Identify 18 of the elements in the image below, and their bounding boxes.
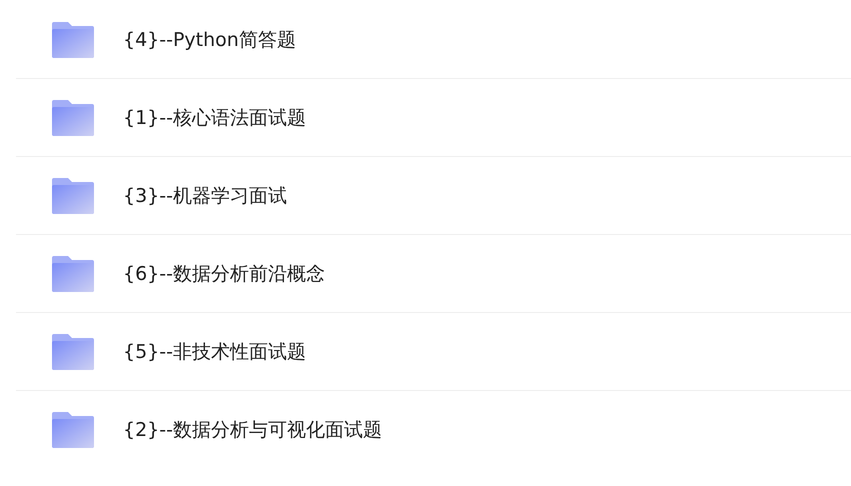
folder-item[interactable]: {6}--数据分析前沿概念 — [16, 235, 851, 313]
folder-item[interactable]: {2}--数据分析与可视化面试题 — [16, 391, 851, 468]
folder-name: {4}--Python简答题 — [123, 28, 296, 52]
folder-icon — [52, 334, 94, 370]
folder-icon — [52, 100, 94, 136]
folder-icon — [52, 178, 94, 214]
folder-icon — [52, 22, 94, 58]
folder-name: {3}--机器学习面试 — [123, 184, 287, 208]
folder-icon — [52, 412, 94, 448]
folder-name: {1}--核心语法面试题 — [123, 106, 306, 130]
folder-item[interactable]: {3}--机器学习面试 — [16, 157, 851, 235]
folder-icon — [52, 256, 94, 292]
folder-name: {6}--数据分析前沿概念 — [123, 262, 325, 286]
folder-item[interactable]: {1}--核心语法面试题 — [16, 79, 851, 157]
folder-item[interactable]: {4}--Python简答题 — [16, 1, 851, 79]
folder-name: {2}--数据分析与可视化面试题 — [123, 418, 382, 442]
folder-item[interactable]: {5}--非技术性面试题 — [16, 313, 851, 391]
folder-name: {5}--非技术性面试题 — [123, 340, 306, 364]
